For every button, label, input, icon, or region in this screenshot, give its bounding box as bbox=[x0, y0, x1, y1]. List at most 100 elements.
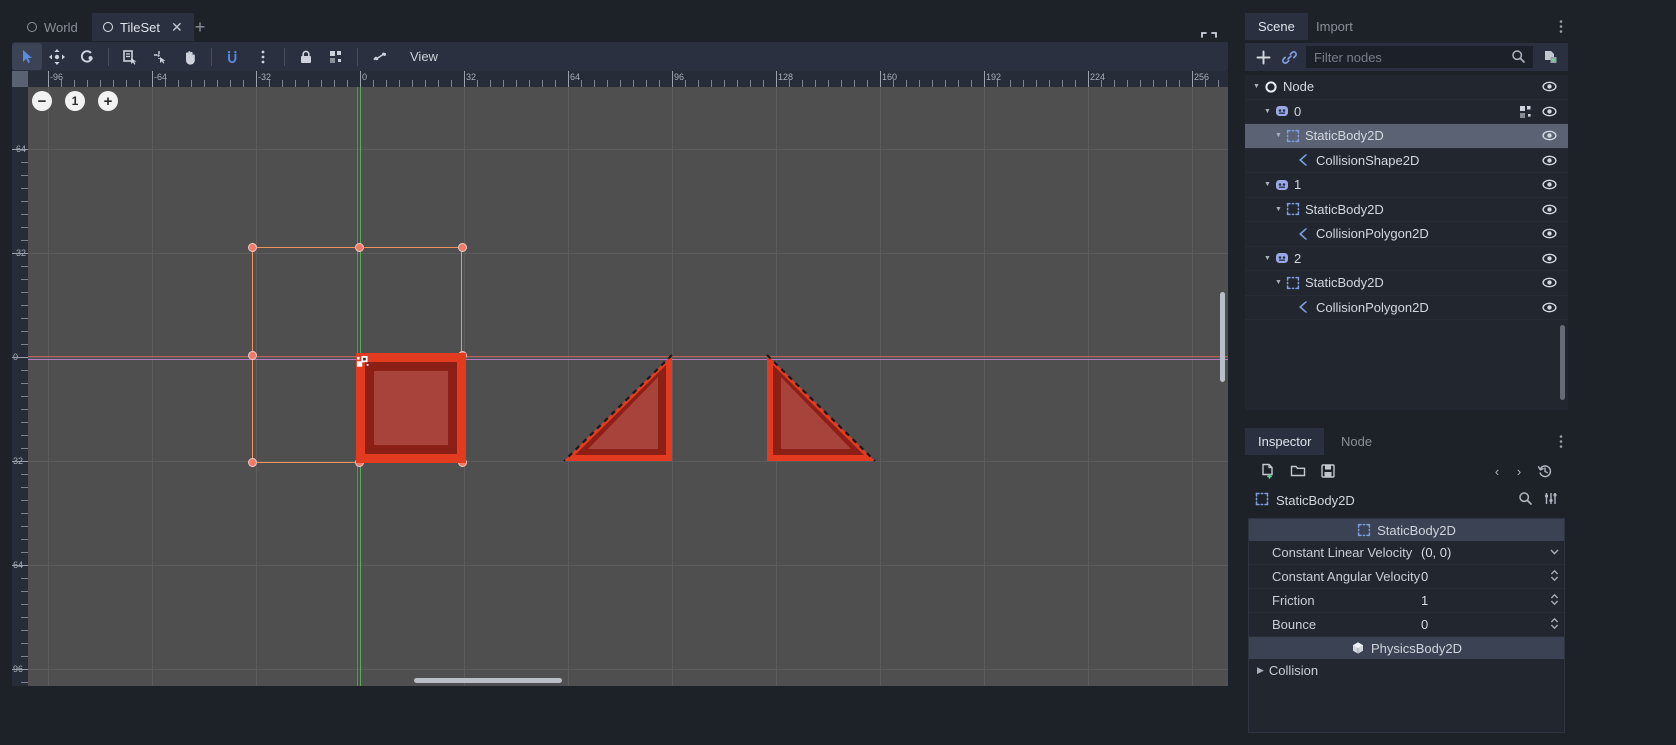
property-category-physicsbody2d[interactable]: PhysicsBody2D bbox=[1249, 637, 1564, 659]
collision-triangle-2[interactable] bbox=[761, 351, 881, 467]
property-row[interactable]: Friction 1 bbox=[1249, 589, 1564, 613]
tree-node-collisionpolygon2d[interactable]: CollisionPolygon2D bbox=[1245, 296, 1568, 320]
visibility-eye-icon[interactable] bbox=[1542, 275, 1557, 293]
object-tools-icon[interactable] bbox=[1543, 491, 1558, 509]
visibility-eye-icon[interactable] bbox=[1542, 177, 1557, 195]
vertical-ruler[interactable]: -64-320326496 bbox=[12, 71, 28, 686]
lock-icon[interactable] bbox=[291, 43, 321, 70]
tab-node[interactable]: Node bbox=[1328, 428, 1385, 455]
tree-node-0[interactable]: ▼ 0 bbox=[1245, 100, 1568, 124]
visibility-eye-icon[interactable] bbox=[1542, 226, 1557, 244]
selection-handle[interactable] bbox=[248, 351, 257, 360]
expand-arrow-icon[interactable]: ▼ bbox=[1273, 279, 1284, 286]
selection-handle[interactable] bbox=[248, 458, 257, 467]
tree-node-2[interactable]: ▼ 2 bbox=[1245, 247, 1568, 271]
history-icon[interactable] bbox=[1530, 459, 1560, 483]
snap-magnet-icon[interactable] bbox=[218, 43, 248, 70]
inspector-back-button[interactable]: ‹ bbox=[1486, 459, 1508, 483]
expand-arrow-icon[interactable]: ▶ bbox=[1257, 665, 1264, 676]
property-value[interactable]: (0, 0) bbox=[1421, 545, 1544, 560]
tree-node-staticbody2d[interactable]: ▼ StaticBody2D bbox=[1245, 198, 1568, 222]
instantiate-script-icon[interactable] bbox=[1537, 45, 1563, 69]
group-icon[interactable] bbox=[1519, 105, 1533, 122]
visibility-eye-icon[interactable] bbox=[1542, 202, 1557, 220]
visibility-eye-icon[interactable] bbox=[1542, 104, 1557, 122]
plus-icon[interactable] bbox=[1250, 45, 1276, 69]
view-menu-button[interactable]: View bbox=[404, 49, 444, 64]
group-icon[interactable] bbox=[321, 43, 351, 70]
move-icon[interactable] bbox=[42, 43, 72, 70]
scene-tree[interactable]: ▼ Node ▼ 0 ▼ StaticBody2D CollisionShape2D ▼ 1 ▼ S… bbox=[1245, 75, 1568, 410]
scene-tree-scrollbar[interactable] bbox=[1560, 325, 1565, 400]
spinner-icon[interactable] bbox=[1544, 569, 1564, 585]
expand-arrow-icon[interactable]: ▼ bbox=[1251, 83, 1262, 90]
property-category-staticbody2d[interactable]: StaticBody2D bbox=[1249, 519, 1564, 541]
expand-arrow-icon[interactable]: ▼ bbox=[1273, 206, 1284, 213]
tree-node-node[interactable]: ▼ Node bbox=[1245, 75, 1568, 100]
selection-handle[interactable] bbox=[355, 243, 364, 252]
inspector-panel-menu-dots[interactable] bbox=[1558, 434, 1564, 452]
pan-icon[interactable] bbox=[175, 43, 205, 70]
select-cursor-icon[interactable] bbox=[12, 43, 42, 70]
expand-arrow-icon[interactable]: ▼ bbox=[1273, 132, 1284, 139]
selection-handle[interactable] bbox=[458, 243, 467, 252]
ruler-corner[interactable] bbox=[12, 71, 28, 87]
pivot-icon[interactable] bbox=[145, 43, 175, 70]
property-row[interactable]: Constant Linear Velocity (0, 0) bbox=[1249, 541, 1564, 565]
filter-nodes-input[interactable]: Filter nodes bbox=[1306, 46, 1533, 68]
tree-node-collisionshape2d[interactable]: CollisionShape2D bbox=[1245, 149, 1568, 173]
canvas-2d-viewport[interactable] bbox=[28, 87, 1228, 686]
spinner-icon[interactable] bbox=[1544, 593, 1564, 609]
expand-arrow-icon[interactable]: ▼ bbox=[1262, 255, 1273, 262]
inspector-forward-button[interactable]: › bbox=[1508, 459, 1530, 483]
tab-scene[interactable]: Scene bbox=[1245, 13, 1308, 40]
tab-world[interactable]: World bbox=[16, 13, 89, 41]
property-section-collision[interactable]: ▶ Collision bbox=[1249, 659, 1564, 682]
save-icon[interactable] bbox=[1313, 459, 1343, 483]
visibility-eye-icon[interactable] bbox=[1542, 153, 1557, 171]
property-value[interactable]: 0 bbox=[1421, 569, 1544, 584]
ruler-tick bbox=[113, 80, 114, 87]
tab-tileset[interactable]: TileSet ✕ bbox=[92, 13, 194, 41]
visibility-eye-icon[interactable] bbox=[1542, 300, 1557, 318]
scale-list-icon[interactable] bbox=[115, 43, 145, 70]
add-tab-button[interactable]: + bbox=[188, 13, 212, 41]
selection-handle[interactable] bbox=[248, 243, 257, 252]
snap-options-icon[interactable] bbox=[248, 43, 278, 70]
visibility-eye-icon[interactable] bbox=[1542, 128, 1557, 146]
inspector-properties[interactable]: StaticBody2D Constant Linear Velocity (0, … bbox=[1248, 518, 1565, 733]
canvas-vertical-scrollbar[interactable] bbox=[1220, 292, 1225, 382]
tree-node-collisionpolygon2d[interactable]: CollisionPolygon2D bbox=[1245, 222, 1568, 247]
expand-arrow-icon[interactable]: ▼ bbox=[1262, 181, 1273, 188]
scene-panel-menu-dots[interactable] bbox=[1558, 19, 1564, 37]
tree-node-staticbody2d[interactable]: ▼ StaticBody2D bbox=[1245, 271, 1568, 296]
property-row[interactable]: Constant Angular Velocity 0 bbox=[1249, 565, 1564, 589]
chevron-down-icon[interactable] bbox=[1544, 546, 1564, 560]
new-resource-icon[interactable] bbox=[1253, 459, 1283, 483]
canvas-horizontal-scrollbar[interactable] bbox=[414, 678, 562, 683]
zoom-reset-button[interactable]: 1 bbox=[65, 91, 85, 111]
link-icon[interactable] bbox=[1276, 45, 1302, 69]
folder-open-icon[interactable] bbox=[1283, 459, 1313, 483]
rotate-icon[interactable] bbox=[72, 43, 102, 70]
tab-import[interactable]: Import bbox=[1303, 13, 1366, 40]
property-value[interactable]: 0 bbox=[1421, 617, 1544, 632]
horizontal-ruler[interactable]: -96 -64 -32 0 32 64 96 128 160 192 224 256 bbox=[12, 71, 1228, 87]
expand-arrow-icon[interactable]: ▼ bbox=[1262, 108, 1273, 115]
property-value[interactable]: 1 bbox=[1421, 593, 1544, 608]
search-icon[interactable] bbox=[1511, 49, 1526, 67]
property-row[interactable]: Bounce 0 bbox=[1249, 613, 1564, 637]
tree-node-staticbody2d[interactable]: ▼ StaticBody2D bbox=[1245, 124, 1568, 149]
tree-node-1[interactable]: ▼ 1 bbox=[1245, 173, 1568, 198]
zoom-out-button[interactable]: − bbox=[32, 91, 52, 111]
zoom-in-button[interactable]: + bbox=[98, 91, 118, 111]
ruler-tick bbox=[750, 80, 751, 87]
collision-triangle-1[interactable] bbox=[558, 351, 678, 467]
visibility-eye-icon[interactable] bbox=[1542, 79, 1557, 97]
spinner-icon[interactable] bbox=[1544, 617, 1564, 633]
visibility-eye-icon[interactable] bbox=[1542, 251, 1557, 269]
search-icon[interactable] bbox=[1518, 491, 1533, 509]
close-icon[interactable]: ✕ bbox=[171, 20, 183, 34]
bone-icon[interactable] bbox=[364, 43, 394, 70]
tab-inspector[interactable]: Inspector bbox=[1245, 428, 1325, 455]
